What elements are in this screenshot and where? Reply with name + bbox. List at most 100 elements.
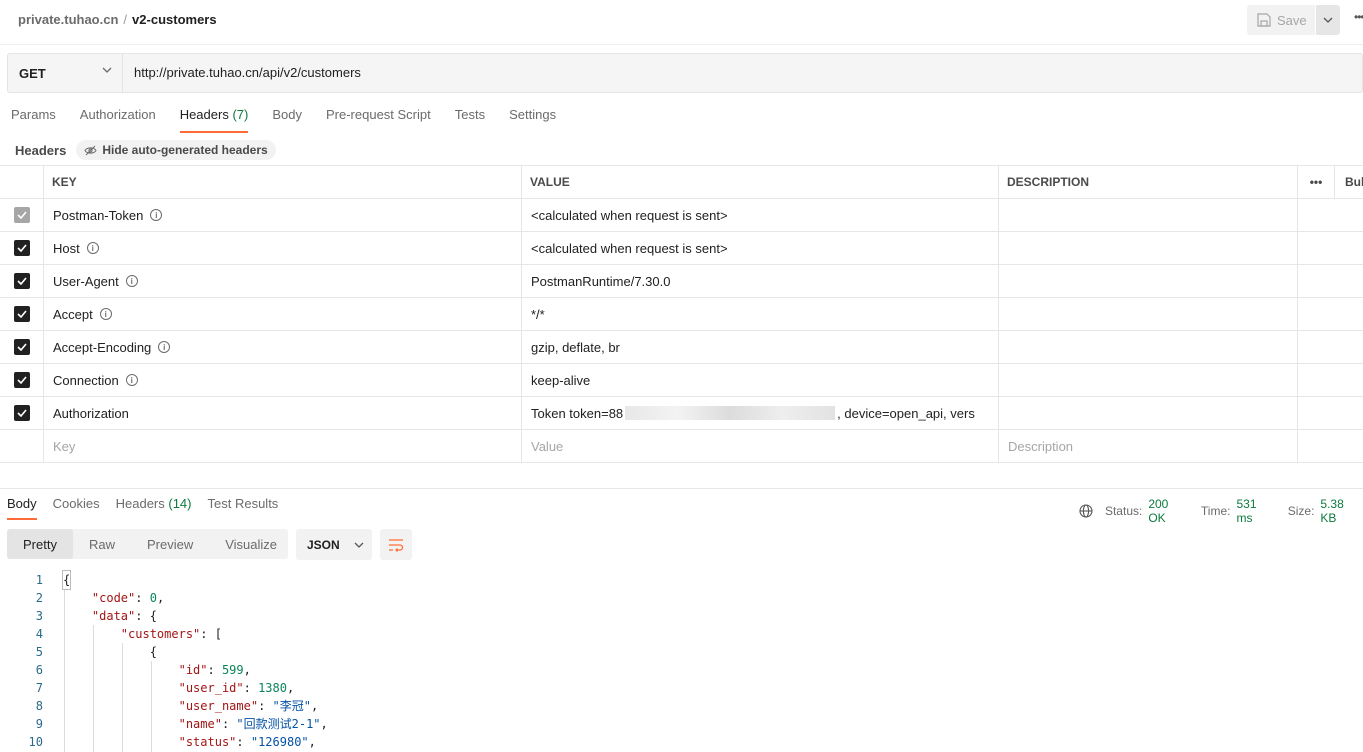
response-tab-body[interactable]: Body: [7, 496, 37, 520]
chevron-down-icon: [1323, 17, 1333, 23]
header-description[interactable]: [999, 265, 1298, 297]
info-icon[interactable]: i: [125, 374, 138, 386]
header-value[interactable]: <calculated when request is sent>: [522, 199, 999, 231]
check-icon: [16, 277, 27, 285]
header-value[interactable]: */*: [522, 298, 999, 330]
bulk-edit-button[interactable]: Bulk Edit: [1335, 166, 1363, 198]
view-raw[interactable]: Raw: [73, 529, 131, 559]
header-value[interactable]: Token token=88, device=open_api, vers: [522, 397, 999, 429]
tab-authorization[interactable]: Authorization: [80, 107, 156, 133]
headers-table: KEY VALUE DESCRIPTION ••• Bulk Edit Post…: [0, 165, 1363, 463]
breadcrumb: private.tuhao.cn / v2-customers: [18, 12, 217, 27]
time-value[interactable]: 531 ms: [1236, 497, 1275, 525]
chevron-down-icon: [102, 67, 112, 73]
hide-auto-headers-button[interactable]: Hide auto-generated headers: [76, 140, 276, 160]
tab-settings[interactable]: Settings: [509, 107, 556, 133]
tab-pre-request-script[interactable]: Pre-request Script: [326, 107, 431, 133]
header-key: Authorization: [53, 405, 129, 421]
header-value[interactable]: PostmanRuntime/7.30.0: [522, 265, 999, 297]
view-mode-selector: Pretty Raw Preview Visualize: [7, 529, 288, 559]
info-icon[interactable]: i: [99, 308, 112, 320]
response-tab-test-results[interactable]: Test Results: [208, 496, 279, 520]
table-header-row: KEY VALUE DESCRIPTION ••• Bulk Edit: [0, 166, 1363, 199]
header-key: User-Agent: [53, 273, 119, 289]
header-key: Connection: [53, 372, 119, 388]
request-name[interactable]: v2-customers: [132, 12, 217, 27]
wrap-icon: [389, 538, 404, 552]
format-select[interactable]: JSON: [296, 529, 372, 560]
save-icon: [1257, 13, 1271, 27]
new-value-input[interactable]: Value: [522, 430, 999, 462]
more-options-icon[interactable]: •••: [1354, 10, 1363, 24]
wrap-lines-button[interactable]: [380, 529, 412, 560]
header-description[interactable]: [999, 397, 1298, 429]
status-value[interactable]: 200 OK: [1148, 497, 1189, 525]
table-row: Accept i */*: [0, 298, 1363, 331]
response-headers-count: (14): [168, 496, 192, 511]
row-checkbox[interactable]: [13, 339, 30, 355]
breadcrumb-separator: /: [123, 12, 128, 27]
table-row: User-Agent i PostmanRuntime/7.30.0: [0, 265, 1363, 298]
tab-body[interactable]: Body: [272, 107, 302, 133]
check-icon: [16, 343, 27, 351]
size-value[interactable]: 5.38 KB: [1320, 497, 1363, 525]
breadcrumb-collection[interactable]: private.tuhao.cn: [18, 12, 118, 27]
column-options-icon[interactable]: •••: [1298, 166, 1335, 198]
header-key: Accept: [53, 306, 93, 322]
column-key: KEY: [44, 166, 522, 198]
response-divider[interactable]: [0, 488, 1363, 489]
new-key-input[interactable]: Key: [44, 430, 522, 462]
header-value[interactable]: gzip, deflate, br: [522, 331, 999, 363]
header-key: Host: [53, 240, 80, 256]
row-checkbox[interactable]: [13, 273, 30, 289]
header-description[interactable]: [999, 298, 1298, 330]
header-description[interactable]: [999, 364, 1298, 396]
table-row: Connection i keep-alive: [0, 364, 1363, 397]
header-key: Postman-Token: [53, 207, 144, 223]
row-checkbox[interactable]: [13, 240, 30, 256]
size-label: Size:: [1287, 504, 1315, 518]
response-tab-cookies[interactable]: Cookies: [53, 496, 100, 520]
row-checkbox[interactable]: [13, 306, 30, 322]
table-row: Host i <calculated when request is sent>: [0, 232, 1363, 265]
header-value[interactable]: keep-alive: [522, 364, 999, 396]
headers-count: (7): [232, 107, 249, 122]
row-checkbox[interactable]: [13, 405, 30, 421]
tab-tests[interactable]: Tests: [455, 107, 485, 133]
save-options-button[interactable]: [1316, 5, 1340, 35]
header-value[interactable]: <calculated when request is sent>: [522, 232, 999, 264]
header-description[interactable]: [999, 331, 1298, 363]
url-input[interactable]: http://private.tuhao.cn/api/v2/customers: [134, 65, 361, 80]
table-row: Postman-Token i <calculated when request …: [0, 199, 1363, 232]
info-icon[interactable]: i: [86, 242, 99, 254]
view-preview[interactable]: Preview: [131, 529, 209, 559]
method-select[interactable]: GET: [8, 54, 123, 92]
view-pretty[interactable]: Pretty: [7, 529, 73, 559]
info-icon[interactable]: i: [125, 275, 138, 287]
save-label: Save: [1277, 12, 1307, 28]
new-description-input[interactable]: Description: [999, 430, 1298, 462]
info-icon[interactable]: i: [150, 209, 163, 221]
globe-icon[interactable]: [1079, 504, 1093, 518]
row-checkbox[interactable]: [13, 372, 30, 388]
check-icon: [16, 244, 27, 252]
save-button[interactable]: Save: [1247, 5, 1315, 35]
response-tab-headers[interactable]: Headers (14): [116, 496, 192, 520]
headers-label: Headers: [15, 142, 67, 158]
view-visualize[interactable]: Visualize: [209, 529, 293, 559]
info-icon[interactable]: i: [158, 341, 171, 353]
table-row: Authorization Token token=88, device=ope…: [0, 397, 1363, 430]
check-icon: [16, 376, 27, 384]
request-tabs: Params Authorization Headers (7) Body Pr…: [11, 107, 580, 133]
tab-headers[interactable]: Headers (7): [179, 107, 249, 133]
check-icon: [16, 310, 27, 318]
header-description[interactable]: [999, 199, 1298, 231]
row-checkbox[interactable]: [13, 207, 30, 223]
header-key: Accept-Encoding: [53, 339, 152, 355]
response-status: Status: 200 OK Time: 531 ms Size: 5.38 KB: [1079, 497, 1363, 525]
method-label: GET: [19, 65, 46, 81]
table-row: Accept-Encoding i gzip, deflate, br: [0, 331, 1363, 364]
header-description[interactable]: [999, 232, 1298, 264]
tab-params[interactable]: Params: [11, 107, 56, 133]
check-icon: [16, 211, 27, 219]
